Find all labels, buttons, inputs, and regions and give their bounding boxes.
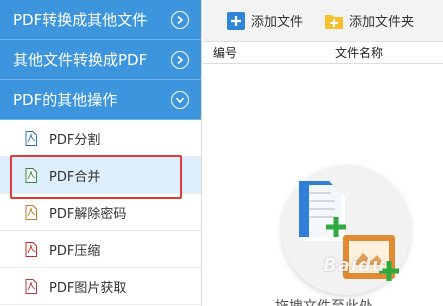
section-pdf-to-other[interactable]: PDF转换成其他文件 xyxy=(0,0,201,40)
chevron-right-icon[interactable] xyxy=(171,10,189,29)
drop-hint-text: 拖拽文件至此处 xyxy=(275,296,373,306)
main-panel: 添加文件 添加文件夹 编号 文件名称 Baidu xyxy=(203,0,443,306)
plus-icon xyxy=(227,11,245,30)
pdf-file-icon xyxy=(25,167,37,183)
folder-plus-icon xyxy=(325,14,344,29)
pdf-file-icon xyxy=(25,130,37,146)
sidebar-item-label: PDF分割 xyxy=(49,132,101,148)
add-file-button[interactable]: 添加文件 xyxy=(227,11,303,30)
add-file-label: 添加文件 xyxy=(251,15,304,30)
section-other-to-pdf[interactable]: 其他文件转换成PDF xyxy=(0,40,201,80)
file-table-header: 编号 文件名称 xyxy=(203,42,443,64)
add-folder-label: 添加文件夹 xyxy=(349,15,415,30)
sidebar-item-pdf-split[interactable]: PDF分割 xyxy=(0,120,201,157)
sidebar-item-label: PDF图片获取 xyxy=(49,280,127,296)
section-label: 其他文件转换成PDF xyxy=(13,51,148,69)
section-pdf-other-ops[interactable]: PDF的其他操作 xyxy=(0,80,201,120)
add-folder-button[interactable]: 添加文件夹 xyxy=(325,11,414,30)
chevron-down-icon[interactable] xyxy=(171,90,189,109)
pdf-file-icon xyxy=(25,241,37,257)
watermark: Baidu xyxy=(323,255,386,276)
toolbar: 添加文件 添加文件夹 xyxy=(203,0,443,42)
sidebar: PDF转换成其他文件 其他文件转换成PDF PDF的其他操作 PDF分割 PDF… xyxy=(0,0,202,306)
sidebar-item-pdf-compress[interactable]: PDF压缩 xyxy=(0,231,201,268)
sidebar-item-label: PDF合并 xyxy=(49,169,101,185)
pdf-file-icon xyxy=(25,278,37,294)
pdf-file-icon xyxy=(25,204,37,220)
drop-zone[interactable]: Baidu 拖拽文件至此处 xyxy=(203,65,443,306)
column-header-number[interactable]: 编号 xyxy=(203,44,335,61)
section-label: PDF转换成其他文件 xyxy=(13,11,148,29)
sidebar-item-pdf-image-extract[interactable]: PDF图片获取 xyxy=(0,268,201,305)
sidebar-item-label: PDF压缩 xyxy=(49,243,101,259)
section-label: PDF的其他操作 xyxy=(13,91,118,109)
chevron-right-icon[interactable] xyxy=(171,50,189,69)
sidebar-item-pdf-merge[interactable]: PDF合并 xyxy=(0,157,201,194)
column-header-filename[interactable]: 文件名称 xyxy=(335,44,383,61)
sidebar-item-pdf-unlock[interactable]: PDF解除密码 xyxy=(0,194,201,231)
sidebar-item-label: PDF解除密码 xyxy=(49,206,127,222)
